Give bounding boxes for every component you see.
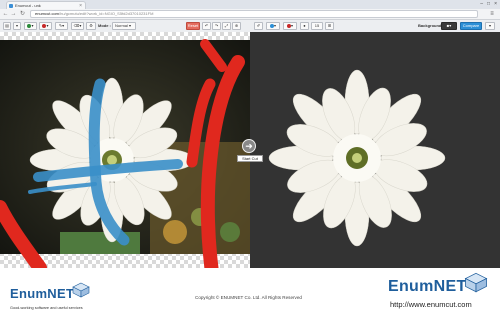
arrow-right-icon[interactable]: ➜ xyxy=(242,139,256,153)
background-color-select[interactable]: ■▾ xyxy=(441,22,457,30)
url-path: /hu/gcmutu/edit?work_id=NGIO_S5fd2d37010… xyxy=(59,11,154,16)
result-canvas[interactable] xyxy=(250,32,500,268)
window-close-icon[interactable]: × xyxy=(494,1,497,8)
brush-stroke-icon[interactable]: ✐ xyxy=(254,22,263,30)
compare-button[interactable]: Compare xyxy=(460,22,482,30)
background-label: Background xyxy=(418,23,442,28)
source-photo xyxy=(0,39,250,268)
foreground-marker-button[interactable]: ▾ xyxy=(24,22,37,30)
dropdown-arrow-icon[interactable]: ▾ xyxy=(13,22,21,30)
view-icon[interactable]: ⊞ xyxy=(325,22,334,30)
workspace: ➜ Start Cut xyxy=(0,32,500,268)
mode-label: Mode : xyxy=(98,23,111,28)
zoom-icon[interactable]: ⊕ xyxy=(232,22,241,30)
url-input[interactable]: enumcut.com/hu/gcmutu/edit?work_id=NGIO_… xyxy=(30,10,478,18)
enumnet-logo-left[interactable]: EnumNET Good-working software and useful… xyxy=(10,282,130,314)
undo-icon[interactable]: ↶ xyxy=(202,22,211,30)
start-cut-control[interactable]: ➜ Start Cut xyxy=(237,139,263,169)
foreground-color-button[interactable]: ▾ xyxy=(266,22,280,30)
result-photo xyxy=(268,69,446,247)
brush-tool-button[interactable]: ✎▾ xyxy=(55,22,68,30)
browser-menu-icon[interactable]: ≡ xyxy=(487,10,497,18)
minimize-icon[interactable]: – xyxy=(480,1,483,8)
brand-name-right: EnumNET xyxy=(388,278,467,295)
brand-name-left: EnumNET xyxy=(10,286,75,301)
maximize-icon[interactable]: □ xyxy=(487,1,490,8)
fit-screen-icon[interactable]: ⤢ xyxy=(222,22,231,30)
favicon-icon xyxy=(9,4,13,8)
file-icon[interactable]: ▤ xyxy=(3,22,11,30)
start-cut-button[interactable]: Start Cut xyxy=(237,155,263,162)
site-url[interactable]: http://www.enumcut.com xyxy=(390,300,472,309)
more-icon[interactable]: ▾ xyxy=(485,22,495,30)
back-icon[interactable]: ← xyxy=(2,10,9,18)
reset-button[interactable]: Reset xyxy=(186,22,200,30)
redo-icon[interactable]: ↷ xyxy=(212,22,221,30)
background-marker-button[interactable]: ▾ xyxy=(39,22,52,30)
brush-size-icon[interactable]: ● xyxy=(300,22,309,30)
address-bar: ← → ↻ enumcut.com/hu/gcmutu/edit?work_id… xyxy=(0,9,500,20)
brush-size-input[interactable]: 15 xyxy=(311,22,323,30)
source-canvas[interactable] xyxy=(0,32,250,268)
eraser-tool-button[interactable]: ⌫▾ xyxy=(71,22,84,30)
tab-title: Enumcut - unk xyxy=(15,3,41,8)
url-host: enumcut.com xyxy=(35,11,60,16)
reload-icon[interactable]: ↻ xyxy=(19,10,26,18)
browser-tab[interactable]: Enumcut - unk × xyxy=(6,1,86,9)
mode-select[interactable]: Normal ▾ xyxy=(112,22,136,30)
cube-icon xyxy=(464,272,488,293)
copyright-text: Copyright © ENUMNET Co. Ltd. All Rights … xyxy=(195,295,302,300)
enumnet-logo-right[interactable]: EnumNET http://www.enumcut.com xyxy=(388,272,498,318)
forward-icon[interactable]: → xyxy=(10,10,17,18)
mode-select-value: Normal xyxy=(115,23,128,28)
settings-icon[interactable]: ⚙ xyxy=(86,22,96,30)
background-color-button[interactable]: ▾ xyxy=(283,22,297,30)
cube-icon xyxy=(72,282,90,298)
page-footer: EnumNET Good-working software and useful… xyxy=(0,268,500,322)
tagline: Good-working software and useful service… xyxy=(10,306,83,310)
window-controls: – □ × xyxy=(480,1,497,8)
